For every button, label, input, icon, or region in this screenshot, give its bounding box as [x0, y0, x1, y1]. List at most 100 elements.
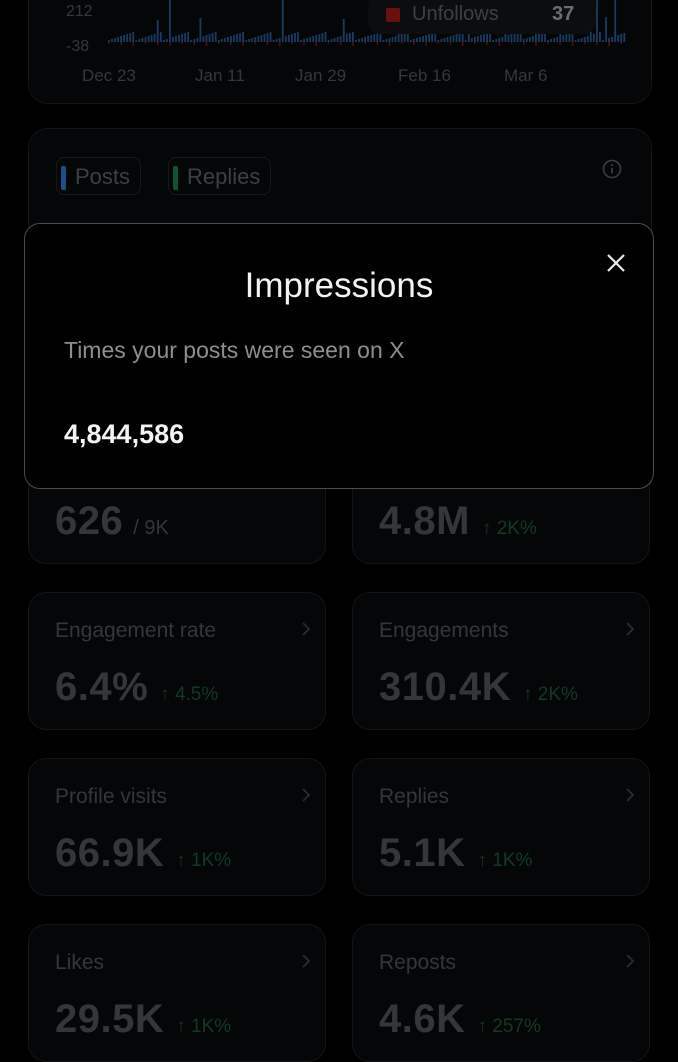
- follow-bar: [464, 40, 467, 42]
- stat-value: 6.4% ↑ 4.5%: [55, 665, 219, 709]
- follow-bar: [495, 39, 498, 42]
- follow-bar: [388, 38, 391, 42]
- unfollow-bar: [266, 42, 269, 45]
- follow-bar: [175, 36, 177, 42]
- follow-bar: [303, 39, 305, 42]
- unfollow-bar: [230, 42, 232, 45]
- unfollow-bar: [156, 42, 159, 45]
- follow-bar: [513, 33, 516, 42]
- follow-bar: [129, 33, 132, 42]
- follow-bar: [605, 17, 607, 42]
- follow-bar: [214, 32, 217, 42]
- unfollow-bar: [376, 42, 379, 45]
- unfollow-bar: [400, 42, 403, 44]
- tab-posts[interactable]: Posts: [56, 157, 141, 195]
- follow-bar: [431, 33, 434, 42]
- stat-label: Profile visits: [55, 785, 168, 808]
- follow-bar: [181, 34, 183, 42]
- follow-bar: [162, 40, 165, 42]
- tab-posts-label: Posts: [75, 164, 131, 189]
- stat-delta: ↑ 2K%: [522, 684, 578, 705]
- follow-bar: [568, 33, 571, 42]
- unfollow-bar: [449, 42, 452, 45]
- unfollow-bar: [217, 42, 220, 44]
- follow-bar: [577, 39, 580, 42]
- chevron-right-icon: [626, 788, 635, 802]
- stat-delta: ↑ 2K%: [481, 518, 537, 539]
- follow-bar: [141, 38, 144, 42]
- follow-bar: [205, 35, 208, 42]
- unfollow-bar: [169, 42, 171, 46]
- unfollows-label: Unfollows: [412, 3, 499, 25]
- x-tick: Jan 11: [195, 66, 245, 85]
- follow-bar: [580, 38, 583, 42]
- stat-card-replies[interactable]: Replies 5.1K ↑ 1K%: [352, 758, 650, 896]
- follow-bar: [111, 39, 113, 42]
- follow-bar: [422, 36, 424, 42]
- follow-bar: [272, 40, 275, 42]
- follow-bar: [599, 32, 601, 42]
- follow-bar: [394, 36, 397, 42]
- stat-card-profile-visits[interactable]: Profile visits 66.9K ↑ 1K%: [28, 758, 326, 896]
- stat-card-engagements[interactable]: Engagements 310.4K ↑ 2K%: [352, 592, 650, 730]
- stat-label: Reposts: [379, 951, 457, 974]
- follow-bar: [382, 40, 385, 42]
- stat-value: 66.9K ↑ 1K%: [55, 831, 232, 875]
- x-tick: Jan 29: [295, 66, 347, 85]
- unfollow-bar: [364, 42, 366, 44]
- x-tick: Feb 16: [398, 66, 451, 85]
- follow-bar: [586, 36, 589, 42]
- follow-bar: [470, 38, 473, 42]
- follow-bar: [556, 37, 559, 42]
- follow-bar: [315, 35, 318, 42]
- unfollow-bar: [413, 42, 415, 45]
- follow-bar: [236, 34, 238, 42]
- follow-bar: [239, 33, 241, 42]
- stat-delta: ↑ 4.5%: [160, 684, 219, 705]
- follow-bar: [196, 38, 199, 42]
- follow-bar: [184, 33, 187, 42]
- chevron-right-icon: [626, 622, 635, 636]
- follow-bar: [602, 40, 604, 42]
- follow-bar: [458, 33, 461, 42]
- follow-bar: [449, 36, 452, 42]
- follow-bar: [187, 32, 190, 42]
- follow-bar: [361, 38, 363, 42]
- unfollow-bar: [437, 42, 440, 44]
- unfollow-bar: [474, 42, 476, 44]
- stat-card-reposts[interactable]: Reposts 4.6K ↑ 257%: [352, 924, 650, 1062]
- follow-bar: [574, 40, 577, 42]
- follow-bar: [522, 39, 525, 42]
- follow-bar: [309, 37, 312, 42]
- follow-bar: [278, 38, 281, 42]
- stat-card-likes[interactable]: Likes 29.5K ↑ 1K%: [28, 924, 326, 1062]
- follow-bar: [525, 38, 528, 42]
- follow-bar: [428, 34, 431, 42]
- chevron-right-icon: [302, 954, 311, 968]
- stat-card-engagement-rate[interactable]: Engagement rate 6.4% ↑ 4.5%: [28, 592, 326, 730]
- follow-bar: [233, 35, 235, 42]
- stat-value: 5.1K ↑ 1K%: [379, 831, 533, 875]
- replies-color-marker: [173, 166, 178, 190]
- info-icon[interactable]: [602, 159, 622, 179]
- close-icon[interactable]: [603, 250, 629, 276]
- follow-bar: [172, 37, 174, 42]
- follow-bar: [294, 33, 296, 42]
- follow-bar: [306, 38, 309, 42]
- impressions-modal: Impressions Times your posts were seen o…: [24, 223, 654, 489]
- stat-value: 4.8M ↑ 2K%: [379, 499, 537, 543]
- x-tick: Dec 23: [82, 66, 136, 85]
- unfollow-bar: [132, 42, 135, 46]
- unfollow-bar: [486, 42, 488, 45]
- follow-bar: [339, 36, 342, 42]
- follow-bar: [592, 34, 595, 42]
- follow-bar: [330, 39, 333, 42]
- follow-bar: [596, 0, 598, 42]
- tab-replies[interactable]: Replies: [168, 157, 271, 195]
- follow-bar: [480, 35, 482, 42]
- unfollow-bar: [620, 42, 623, 44]
- stat-label: Likes: [55, 951, 105, 974]
- impressions-value: 4,844,586: [64, 419, 185, 449]
- follow-bar: [226, 37, 229, 42]
- unfollow-bar: [120, 42, 122, 45]
